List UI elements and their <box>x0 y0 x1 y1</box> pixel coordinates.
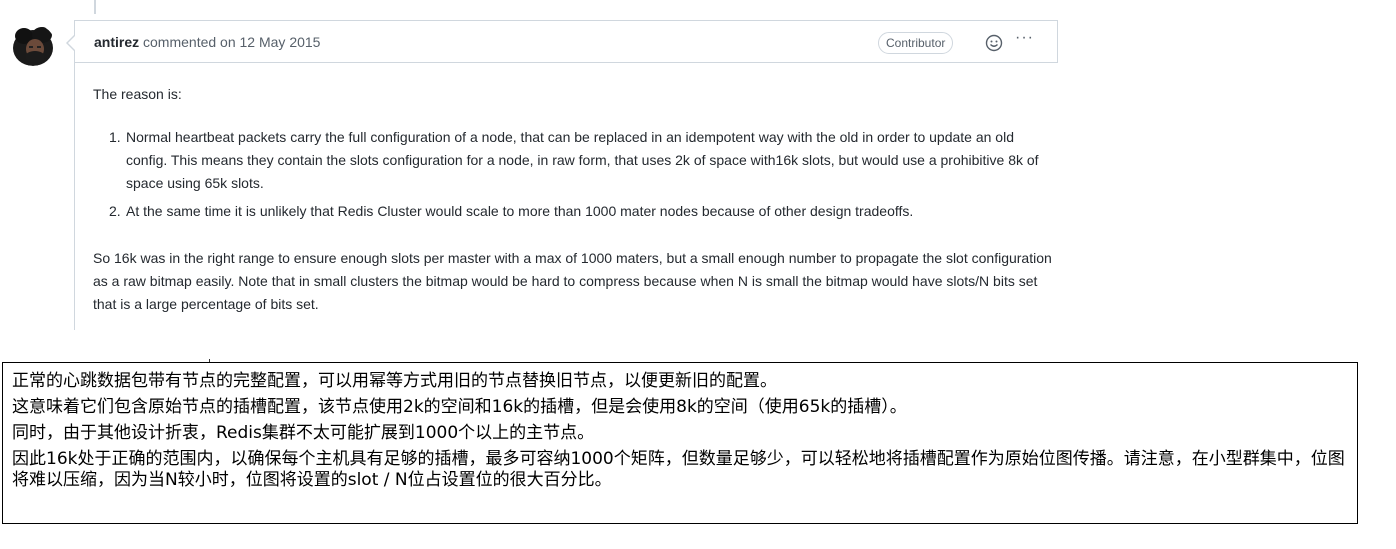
translation-line: 因此16k处于正确的范围内，以确保每个主机具有足够的插槽，最多可容纳1000个矩… <box>12 449 1345 490</box>
closing-paragraph: So 16k was in the right range to ensure … <box>93 250 1052 312</box>
list-item: 1. Normal heartbeat packets carry the fu… <box>93 126 1053 195</box>
author-link[interactable]: antirez <box>94 34 139 50</box>
avatar-image <box>11 24 55 66</box>
contributor-badge: Contributor <box>878 32 954 54</box>
comment-date[interactable]: 12 May 2015 <box>240 34 321 50</box>
translation-line: 同时，由于其他设计折衷，Redis集群不太可能扩展到1000个以上的主节点。 <box>12 423 595 443</box>
author-avatar[interactable] <box>11 24 55 66</box>
comment-action: commented on <box>143 34 236 50</box>
kebab-horizontal-icon[interactable]: ··· <box>1015 29 1034 47</box>
translation-line: 正常的心跳数据包带有节点的完整配置，可以用幂等方式用旧的节点替换旧节点，以便更新… <box>12 371 777 391</box>
translation-text: 正常的心跳数据包带有节点的完整配置，可以用幂等方式用旧的节点替换旧节点，以便更新… <box>12 368 1352 491</box>
list-item-text: Normal heartbeat packets carry the full … <box>126 129 1039 191</box>
list-item: 2. At the same time it is unlikely that … <box>93 200 1053 223</box>
comment-meta: antirez commented on 12 May 2015 <box>94 34 320 50</box>
list-item-text: At the same time it is unlikely that Red… <box>126 203 914 219</box>
comment-container: antirez commented on 12 May 2015 Contrib… <box>66 20 1059 330</box>
translation-box: 正常的心跳数据包带有节点的完整配置，可以用幂等方式用旧的节点替换旧节点，以便更新… <box>2 362 1358 524</box>
list-number: 1. <box>109 129 121 145</box>
reason-list: 1. Normal heartbeat packets carry the fu… <box>93 126 1053 223</box>
timeline-line <box>94 0 96 14</box>
smiley-icon[interactable] <box>985 34 1003 52</box>
list-number: 2. <box>109 203 121 219</box>
comment-pointer-fill <box>68 36 75 50</box>
comment-header: antirez commented on 12 May 2015 Contrib… <box>66 20 1058 63</box>
translation-line: 这意味着它们包含原始节点的插槽配置，该节点使用2k的空间和16k的插槽，但是会使… <box>12 397 907 417</box>
intro-text: The reason is: <box>93 86 182 102</box>
